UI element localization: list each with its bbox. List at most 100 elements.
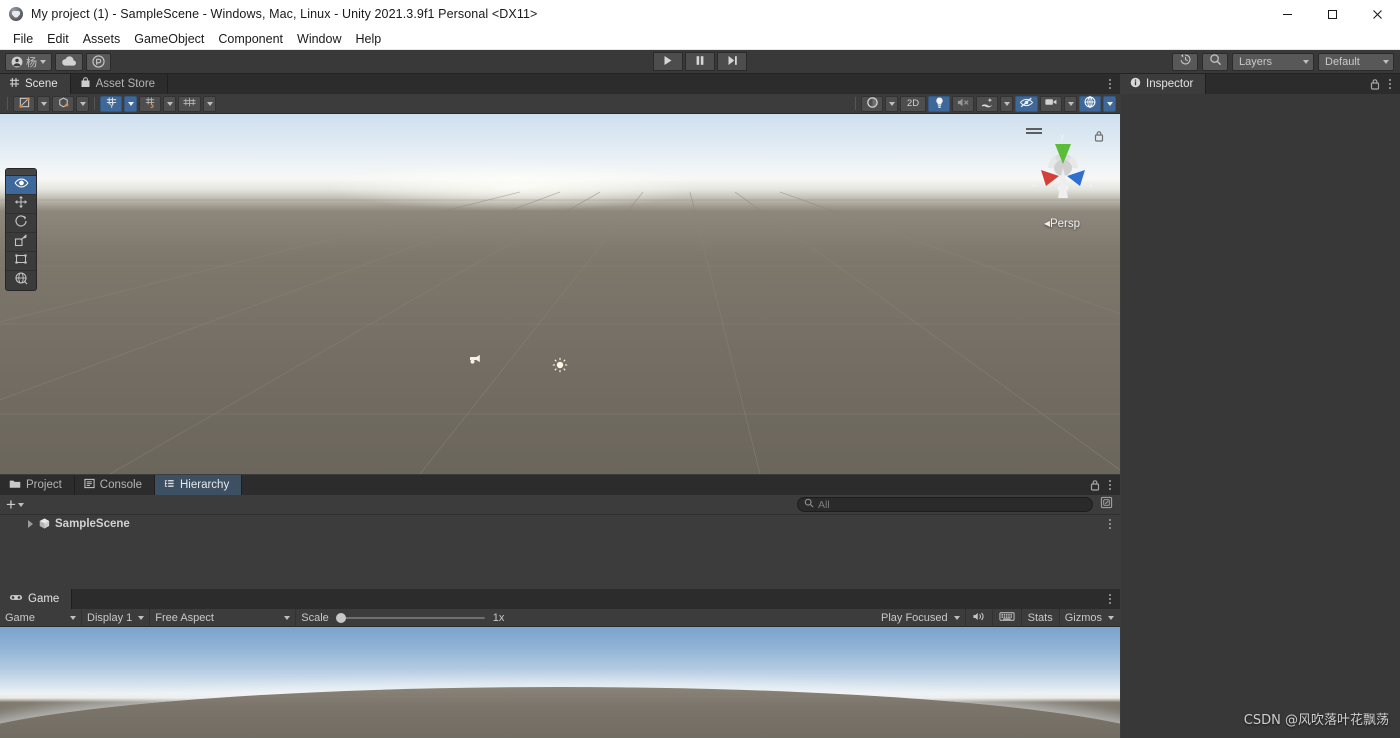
audio-toggle[interactable] bbox=[952, 95, 974, 112]
step-button[interactable] bbox=[717, 52, 747, 71]
game-stats-button[interactable]: Stats bbox=[1022, 608, 1060, 627]
scene-camera-button[interactable] bbox=[1040, 95, 1062, 112]
grid-axis-dropdown[interactable] bbox=[124, 95, 137, 112]
main-camera-gizmo[interactable] bbox=[468, 352, 484, 370]
game-aspect-dropdown[interactable]: Free Aspect bbox=[150, 608, 297, 627]
tab-console[interactable]: Console bbox=[74, 475, 155, 495]
hierarchy-tabrow-actions bbox=[1090, 475, 1120, 495]
overlay-drag-handle[interactable] bbox=[6, 169, 36, 176]
game-tabrow: Game bbox=[0, 589, 1120, 609]
menu-component[interactable]: Component bbox=[211, 30, 290, 48]
rotate-tool-button[interactable] bbox=[6, 214, 36, 233]
undo-history-button[interactable] bbox=[1172, 52, 1198, 71]
tab-hierarchy[interactable]: Hierarchy bbox=[155, 475, 243, 495]
toggle-2d-button[interactable]: 2D bbox=[900, 95, 926, 112]
game-viewport[interactable] bbox=[0, 627, 1120, 738]
pivot-handle-icon bbox=[57, 96, 70, 112]
layers-dropdown[interactable]: Layers bbox=[1232, 52, 1314, 71]
pause-button[interactable] bbox=[685, 52, 715, 71]
cloud-button[interactable] bbox=[55, 52, 83, 71]
hierarchy-menu-button[interactable] bbox=[1107, 478, 1113, 492]
lock-icon[interactable] bbox=[1370, 78, 1380, 90]
pivot-mode-dropdown[interactable] bbox=[76, 95, 89, 112]
scene-camera-dropdown[interactable] bbox=[1064, 95, 1077, 112]
perspective-label[interactable]: ◂Persp bbox=[1020, 216, 1104, 230]
game-view-toolbar: Game Display 1 Free Aspect Scale 1x Play… bbox=[0, 608, 1120, 627]
menu-window[interactable]: Window bbox=[290, 30, 348, 48]
window-controls bbox=[1265, 0, 1400, 28]
scene-orientation-gizmo[interactable]: y x z ◂Persp bbox=[1020, 122, 1106, 230]
inspector-menu-button[interactable] bbox=[1387, 77, 1393, 91]
chevron-down-icon bbox=[953, 615, 960, 620]
grid-snap-button[interactable] bbox=[139, 95, 161, 112]
tab-inspector[interactable]: Inspector bbox=[1121, 74, 1207, 94]
tab-project[interactable]: Project bbox=[0, 475, 75, 495]
grid-axis-button[interactable]: Y bbox=[100, 95, 122, 112]
chevron-down-icon bbox=[206, 101, 213, 106]
close-button[interactable] bbox=[1355, 0, 1400, 28]
hierarchy-row-menu[interactable] bbox=[1107, 517, 1113, 531]
scale-icon bbox=[14, 233, 28, 252]
collab-button[interactable] bbox=[86, 52, 111, 71]
effects-toggle[interactable] bbox=[976, 95, 998, 112]
search-button[interactable] bbox=[1202, 52, 1228, 71]
effects-dropdown[interactable] bbox=[1000, 95, 1013, 112]
layout-dropdown[interactable]: Default bbox=[1318, 52, 1394, 71]
scene-menu-button[interactable] bbox=[1107, 77, 1113, 91]
pivot-rotation-dropdown[interactable] bbox=[37, 95, 50, 112]
scene-visibility-toggle[interactable] bbox=[1079, 95, 1101, 112]
menu-gameobject[interactable]: GameObject bbox=[127, 30, 211, 48]
shaded-sphere-icon bbox=[866, 96, 879, 112]
view-tool-button[interactable] bbox=[6, 176, 36, 195]
menu-help[interactable]: Help bbox=[348, 30, 388, 48]
lighting-toggle[interactable] bbox=[928, 95, 950, 112]
lock-icon[interactable] bbox=[1090, 479, 1100, 491]
create-object-button[interactable]: + bbox=[4, 496, 26, 513]
tab-asset-store[interactable]: Asset Store bbox=[70, 74, 169, 94]
pivot-mode-button[interactable] bbox=[52, 95, 74, 112]
scale-tool-button[interactable] bbox=[6, 233, 36, 252]
filter-window-icon[interactable] bbox=[1100, 496, 1116, 514]
draw-mode-dropdown[interactable] bbox=[885, 95, 898, 112]
tab-game[interactable]: Game bbox=[0, 589, 73, 609]
hierarchy-row-samplescene[interactable]: SampleScene bbox=[0, 515, 1120, 532]
account-button[interactable]: 杨 bbox=[5, 52, 52, 71]
scene-visibility-dropdown[interactable] bbox=[1103, 95, 1116, 112]
directional-light-gizmo[interactable] bbox=[552, 357, 568, 378]
chevron-right-icon[interactable] bbox=[28, 519, 33, 528]
hierarchy-tree[interactable]: SampleScene bbox=[0, 515, 1120, 588]
rect-tool-button[interactable] bbox=[6, 252, 36, 271]
menu-assets[interactable]: Assets bbox=[76, 30, 128, 48]
inspector-body-empty bbox=[1121, 94, 1400, 738]
grid-snap-dropdown[interactable] bbox=[163, 95, 176, 112]
game-menu-button[interactable] bbox=[1107, 592, 1113, 606]
grid-axis-icon: Y bbox=[105, 96, 118, 112]
grid-increment-icon bbox=[182, 96, 197, 112]
gizmos-visibility-toggle[interactable] bbox=[1015, 95, 1038, 112]
game-mute-button[interactable] bbox=[966, 608, 993, 627]
game-scale-slider[interactable]: Scale 1x bbox=[296, 609, 509, 627]
maximize-button[interactable] bbox=[1310, 0, 1355, 28]
game-view-mode-dropdown[interactable]: Game bbox=[0, 608, 82, 627]
scene-viewport[interactable]: y x z ◂Persp bbox=[0, 114, 1120, 474]
draw-mode-button[interactable] bbox=[861, 95, 883, 112]
scale-slider-track[interactable] bbox=[335, 612, 485, 623]
grid-increment-button[interactable] bbox=[178, 95, 201, 112]
hierarchy-search-input[interactable]: All bbox=[797, 497, 1093, 512]
minimize-button[interactable] bbox=[1265, 0, 1310, 28]
game-display-dropdown[interactable]: Display 1 bbox=[82, 608, 151, 627]
move-tool-button[interactable] bbox=[6, 195, 36, 214]
rotate-icon bbox=[14, 214, 28, 233]
game-play-mode-dropdown[interactable]: Play Focused bbox=[876, 608, 966, 627]
menu-file[interactable]: File bbox=[6, 30, 40, 48]
transform-tool-button[interactable] bbox=[6, 271, 36, 290]
game-gizmos-dropdown[interactable]: Gizmos bbox=[1060, 609, 1120, 627]
tab-scene[interactable]: Scene bbox=[0, 74, 71, 94]
pivot-rotation-button[interactable] bbox=[13, 95, 35, 112]
play-button[interactable] bbox=[653, 52, 683, 71]
inspector-panel: Inspector bbox=[1121, 74, 1400, 738]
menu-edit[interactable]: Edit bbox=[40, 30, 76, 48]
game-vsync-button[interactable] bbox=[993, 608, 1022, 627]
grid-increment-dropdown[interactable] bbox=[203, 95, 216, 112]
scale-slider-knob[interactable] bbox=[335, 612, 346, 623]
